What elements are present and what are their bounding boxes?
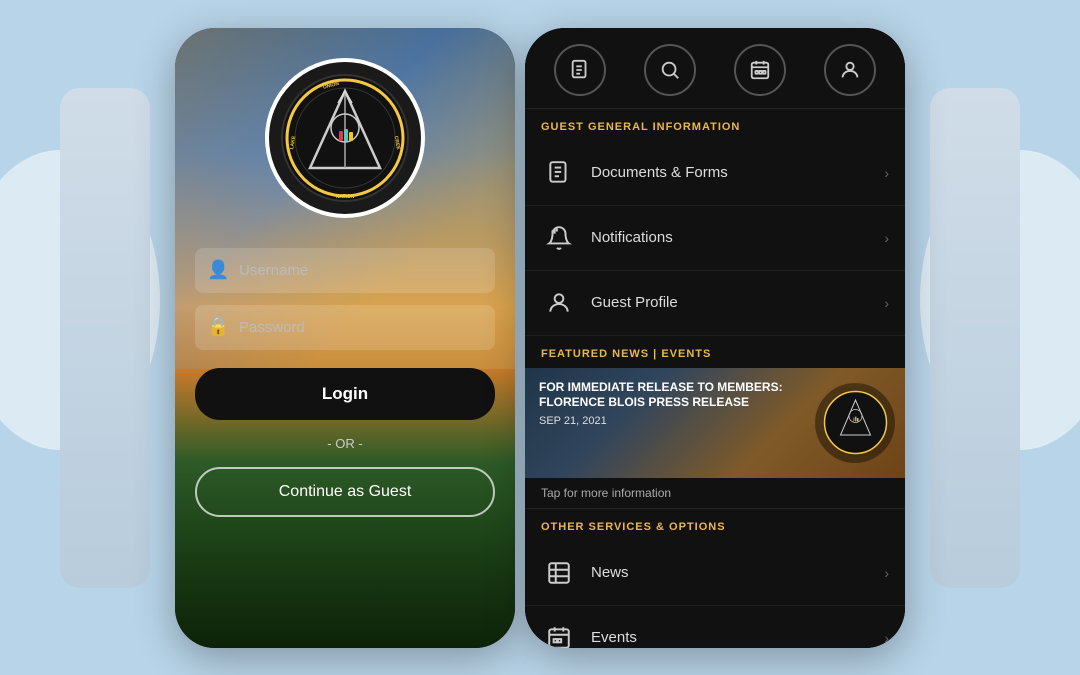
login-content: ONION NATION LAKE CREE 👤 🔒 Login - OR - — [175, 28, 515, 648]
other-services-label: OTHER SERVICES & OPTIONS — [525, 509, 905, 541]
menu-item-documents[interactable]: Documents & Forms › — [525, 141, 905, 206]
top-nav — [525, 28, 905, 109]
logo-svg: ONION NATION LAKE CREE — [280, 73, 410, 203]
notifications-label: Notifications — [591, 229, 884, 246]
news-title: FOR IMMEDIATE RELEASE TO MEMBERS: FLOREN… — [539, 380, 805, 411]
app-logo: ONION NATION LAKE CREE — [265, 58, 425, 218]
guest-button[interactable]: Continue as Guest — [195, 467, 495, 517]
password-input[interactable] — [195, 305, 495, 350]
events-chevron: › — [884, 630, 889, 646]
nav-calendar-button[interactable] — [734, 44, 786, 96]
document-forms-icon — [541, 155, 577, 191]
menu-phone: GUEST GENERAL INFORMATION Documents & Fo… — [525, 28, 905, 648]
username-wrapper: 👤 — [195, 248, 495, 293]
guest-profile-icon — [541, 285, 577, 321]
side-phone-left — [60, 88, 150, 588]
nav-document-button[interactable] — [554, 44, 606, 96]
events-label: Events — [591, 629, 884, 646]
tap-info-text[interactable]: Tap for more information — [525, 478, 905, 509]
login-phone: ONION NATION LAKE CREE 👤 🔒 Login - OR - — [175, 28, 515, 648]
featured-news-card[interactable]: FOR IMMEDIATE RELEASE TO MEMBERS: FLOREN… — [525, 368, 905, 478]
menu-item-notifications[interactable]: Notifications › — [525, 206, 905, 271]
card-logo — [815, 383, 895, 463]
documents-chevron: › — [884, 165, 889, 181]
news-date: SEP 21, 2021 — [539, 415, 805, 427]
or-divider: - OR - — [195, 436, 495, 451]
login-form: 👤 🔒 Login - OR - Continue as Guest — [195, 248, 495, 517]
nav-profile-icon — [839, 59, 861, 81]
card-content: FOR IMMEDIATE RELEASE TO MEMBERS: FLOREN… — [539, 380, 805, 427]
menu-item-events[interactable]: Events › — [525, 606, 905, 648]
nav-profile-button[interactable] — [824, 44, 876, 96]
menu-item-guest-profile[interactable]: Guest Profile › — [525, 271, 905, 336]
nav-search-icon — [659, 59, 681, 81]
guest-profile-chevron: › — [884, 295, 889, 311]
guest-general-label: GUEST GENERAL INFORMATION — [525, 109, 905, 141]
news-chevron: › — [884, 565, 889, 581]
svg-text:NATION: NATION — [336, 194, 355, 200]
login-button[interactable]: Login — [195, 368, 495, 420]
nav-calendar-icon — [749, 59, 771, 81]
events-icon — [541, 620, 577, 648]
menu-item-news[interactable]: News › — [525, 541, 905, 606]
username-input[interactable] — [195, 248, 495, 293]
news-icon — [541, 555, 577, 591]
side-phone-right — [930, 88, 1020, 588]
news-label: News — [591, 564, 884, 581]
password-wrapper: 🔒 — [195, 305, 495, 350]
nav-document-icon — [569, 59, 591, 81]
nav-search-button[interactable] — [644, 44, 696, 96]
documents-label: Documents & Forms — [591, 164, 884, 181]
notifications-chevron: › — [884, 230, 889, 246]
featured-news-label: FEATURED NEWS | EVENTS — [525, 336, 905, 368]
menu-content: GUEST GENERAL INFORMATION Documents & Fo… — [525, 28, 905, 648]
scroll-area[interactable]: GUEST GENERAL INFORMATION Documents & Fo… — [525, 109, 905, 648]
phones-container: ONION NATION LAKE CREE 👤 🔒 Login - OR - — [175, 28, 905, 648]
guest-profile-label: Guest Profile — [591, 294, 884, 311]
notifications-icon — [541, 220, 577, 256]
